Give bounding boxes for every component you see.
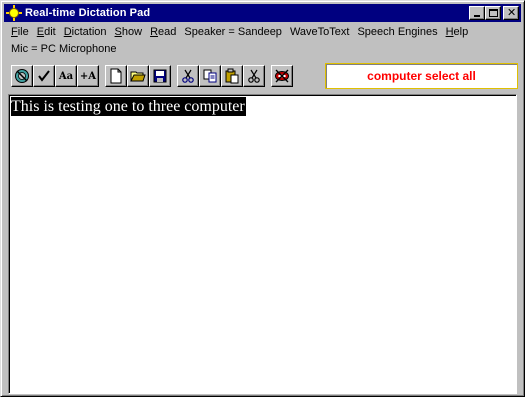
spellcheck-button[interactable] xyxy=(33,65,55,87)
speech-off-button[interactable] xyxy=(271,65,293,87)
menu-bar: File Edit Dictation Show Read Speaker = … xyxy=(7,24,517,58)
maximize-icon xyxy=(489,9,498,17)
minimize-icon xyxy=(474,15,480,17)
font-icon: Aa xyxy=(58,70,74,82)
recognition-status-text: computer select all xyxy=(367,69,476,83)
menu-speaker[interactable]: Speaker = Sandeep xyxy=(180,24,286,41)
toolbar: Aa +A xyxy=(11,63,293,89)
main-window: Real-time Dictation Pad ✕ File Edit Dict… xyxy=(0,0,525,397)
save-button[interactable] xyxy=(149,65,171,87)
new-button[interactable] xyxy=(105,65,127,87)
paste-button[interactable] xyxy=(221,65,243,87)
paste-icon xyxy=(225,68,239,84)
menu-file[interactable]: File xyxy=(7,24,33,41)
menu-mic[interactable]: Mic = PC Microphone xyxy=(7,41,120,58)
menu-read[interactable]: Read xyxy=(146,24,180,41)
mic-off-button[interactable] xyxy=(11,65,33,87)
no-mic-icon xyxy=(15,69,29,83)
no-speech-icon xyxy=(275,69,289,83)
open-button[interactable] xyxy=(127,65,149,87)
dictation-text-area[interactable]: This is testing one to three computer xyxy=(8,94,517,394)
cut-icon xyxy=(182,69,194,83)
menu-dictation[interactable]: Dictation xyxy=(60,24,111,41)
close-button[interactable]: ✕ xyxy=(503,6,519,20)
copy-button[interactable] xyxy=(199,65,221,87)
title-bar[interactable]: Real-time Dictation Pad ✕ xyxy=(4,4,521,22)
cut-button[interactable] xyxy=(177,65,199,87)
menu-help[interactable]: Help xyxy=(442,24,473,41)
recognition-status: computer select all xyxy=(325,63,518,89)
app-sun-icon[interactable] xyxy=(6,5,22,21)
minimize-button[interactable] xyxy=(469,6,485,20)
menu-edit[interactable]: Edit xyxy=(33,24,60,41)
window-title: Real-time Dictation Pad xyxy=(25,7,151,19)
font-size-icon: +A xyxy=(79,70,97,82)
font-button[interactable]: Aa xyxy=(55,65,77,87)
new-document-icon xyxy=(110,68,122,84)
menu-speech-engines[interactable]: Speech Engines xyxy=(353,24,441,41)
maximize-button[interactable] xyxy=(485,6,501,20)
menu-wave-to-text[interactable]: WaveToText xyxy=(286,24,354,41)
delete-button[interactable] xyxy=(243,65,265,87)
font-size-button[interactable]: +A xyxy=(77,65,99,87)
checkmark-icon xyxy=(38,70,50,82)
save-icon xyxy=(153,69,167,83)
close-icon: ✕ xyxy=(507,6,517,19)
open-folder-icon xyxy=(130,71,146,82)
copy-icon xyxy=(203,69,217,83)
selected-text: This is testing one to three computer xyxy=(11,97,246,116)
delete-icon xyxy=(248,69,260,83)
menu-show[interactable]: Show xyxy=(111,24,147,41)
